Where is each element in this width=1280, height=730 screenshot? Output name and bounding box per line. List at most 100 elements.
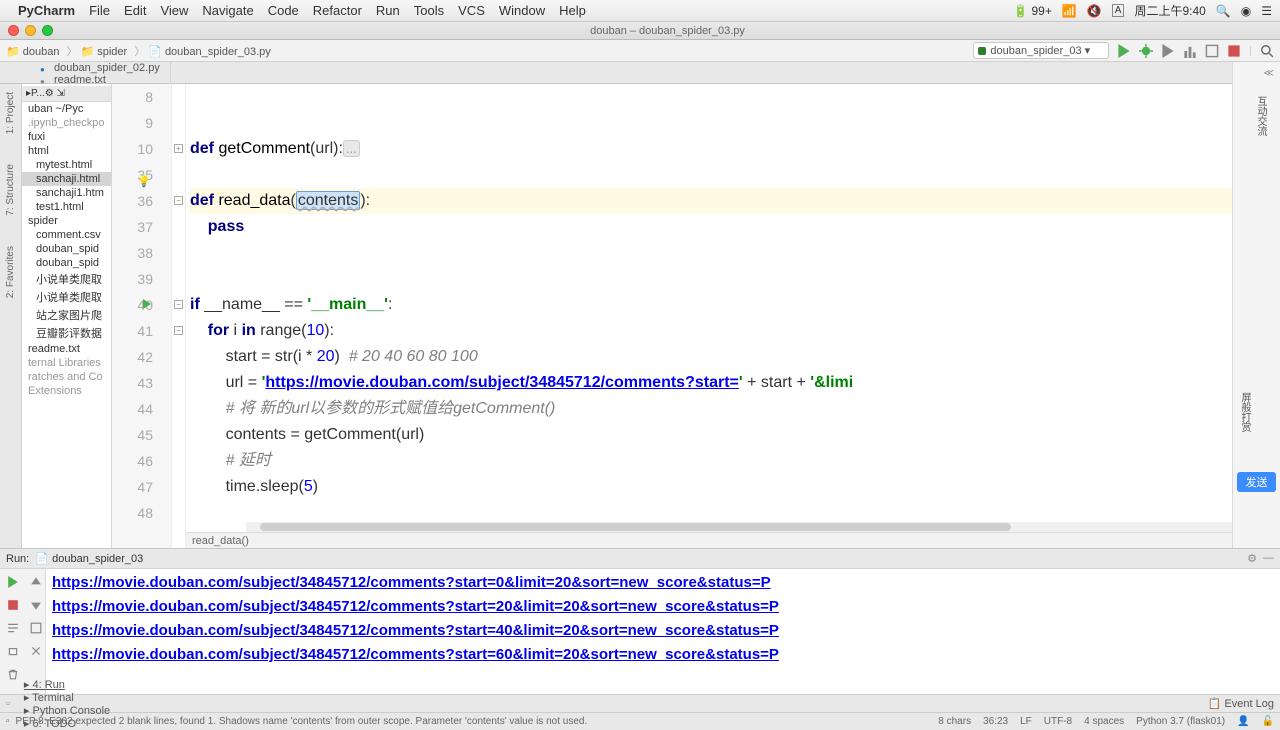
tree-node[interactable]: douban_spid — [22, 242, 111, 256]
tree-node[interactable]: ratches and Co — [22, 370, 111, 384]
minimize-window-icon[interactable] — [25, 25, 36, 36]
code-line[interactable]: for i in range(10): — [190, 318, 1246, 344]
notifications-icon[interactable]: ☰ — [1261, 4, 1272, 18]
side-panel-tab-2[interactable]: 屏般打赏 — [1237, 392, 1252, 432]
tree-node[interactable]: uban ~/Pyc — [22, 102, 111, 116]
external-side-panel[interactable]: ≪ 互动交流 屏般打赏 发送 — [1232, 62, 1280, 548]
tree-node[interactable]: .ipynb_checkpo — [22, 116, 111, 130]
breadcrumb-item[interactable]: 📄 douban_spider_03.py — [148, 46, 271, 58]
code-line[interactable]: if __name__ == '__main__': — [190, 292, 1246, 318]
soft-wrap-button[interactable] — [2, 617, 24, 639]
tree-node[interactable]: ternal Libraries — [22, 356, 111, 370]
menu-window[interactable]: Window — [499, 3, 545, 18]
status-item[interactable]: LF — [1020, 716, 1032, 727]
coverage-button[interactable] — [1161, 44, 1175, 58]
fold-toggle[interactable]: − — [174, 300, 183, 309]
stop-button[interactable] — [1227, 44, 1241, 58]
tree-node[interactable]: 豆瓣影评数据 — [22, 324, 111, 342]
code-line[interactable]: time.sleep(5) — [190, 474, 1246, 500]
project-tree-header[interactable]: ▸ P... ⚙ ⇲ — [22, 86, 111, 102]
code-line[interactable] — [190, 110, 1246, 136]
attach-button[interactable] — [1205, 44, 1219, 58]
console-link[interactable]: https://movie.douban.com/subject/3484571… — [52, 646, 779, 663]
event-log-button[interactable]: 📋 Event Log — [1208, 697, 1274, 710]
status-item[interactable]: 4 spaces — [1084, 716, 1124, 727]
left-tool-strip[interactable]: 1: Project 7: Structure 2: Favorites — [0, 84, 22, 548]
editor-tab[interactable]: douban_spider_02.py — [30, 62, 171, 74]
tree-node[interactable]: readme.txt — [22, 342, 111, 356]
project-tool-button[interactable]: 1: Project — [5, 92, 16, 134]
tree-node[interactable]: mytest.html — [22, 158, 111, 172]
lock-icon[interactable]: 🔓 — [1262, 716, 1274, 727]
maximize-window-icon[interactable] — [42, 25, 53, 36]
code-line[interactable]: pass — [190, 214, 1246, 240]
bottom-tab[interactable]: ▸ Python Console — [24, 704, 110, 717]
fold-strip[interactable]: + − − − — [172, 84, 186, 548]
scroll-to-end-button[interactable] — [25, 617, 47, 639]
code-line[interactable]: # 将 新的url以参数的形式赋值给getComment() — [190, 396, 1246, 422]
tree-node[interactable]: 站之家图片爬 — [22, 306, 111, 324]
send-button[interactable]: 发送 — [1237, 472, 1276, 492]
fold-toggle[interactable]: + — [174, 144, 183, 153]
menu-view[interactable]: View — [160, 3, 188, 18]
menu-refactor[interactable]: Refactor — [313, 3, 362, 18]
tree-node[interactable]: Extensions — [22, 384, 111, 398]
close-window-icon[interactable] — [8, 25, 19, 36]
code-line[interactable] — [190, 162, 1246, 188]
fold-toggle[interactable]: − — [174, 326, 183, 335]
inspector-icon[interactable]: 👤 — [1237, 716, 1249, 727]
run-gutter-icon[interactable] — [143, 299, 151, 309]
console-link[interactable]: https://movie.douban.com/subject/3484571… — [52, 598, 779, 615]
tree-node[interactable]: test1.html — [22, 200, 111, 214]
tree-node[interactable]: fuxi — [22, 130, 111, 144]
siri-icon[interactable]: ◉ — [1241, 4, 1251, 18]
structure-tool-button[interactable]: 7: Structure — [5, 164, 16, 216]
side-panel-tab-1[interactable]: 互动交流 — [1249, 88, 1268, 136]
status-item[interactable]: 36:23 — [983, 716, 1008, 727]
breadcrumb-item[interactable]: 📁 spider — [80, 46, 127, 58]
rerun-button[interactable] — [2, 571, 24, 593]
print-button[interactable] — [2, 640, 24, 662]
run-up-button[interactable] — [25, 571, 47, 593]
code-line[interactable] — [190, 266, 1246, 292]
traffic-lights[interactable] — [8, 25, 53, 36]
menu-edit[interactable]: Edit — [124, 3, 146, 18]
tree-node[interactable]: sanchaji1.htm — [22, 186, 111, 200]
spotlight-icon[interactable]: 🔍 — [1216, 4, 1231, 18]
run-settings-icon[interactable]: ⚙ — [1247, 552, 1257, 565]
bottom-collapse-icon[interactable]: ▫ — [6, 698, 10, 710]
ime-badge[interactable]: A — [1112, 4, 1125, 17]
status-item[interactable]: Python 3.7 (flask01) — [1136, 716, 1225, 727]
tree-node[interactable]: spider — [22, 214, 111, 228]
favorites-tool-button[interactable]: 2: Favorites — [5, 246, 16, 298]
fold-toggle[interactable]: − — [174, 196, 183, 205]
code-line[interactable]: def read_data(contents): — [190, 188, 1246, 214]
run-button[interactable] — [1117, 44, 1131, 58]
search-everywhere-button[interactable] — [1260, 44, 1274, 58]
status-icon[interactable]: ▫ — [6, 716, 10, 727]
run-minimize-icon[interactable]: — — [1263, 552, 1274, 565]
tree-node[interactable]: html — [22, 144, 111, 158]
code-line[interactable] — [190, 84, 1246, 110]
code-line[interactable]: def getComment(url):... — [190, 136, 1246, 162]
menu-help[interactable]: Help — [559, 3, 586, 18]
tree-node[interactable]: comment.csv — [22, 228, 111, 242]
code-area[interactable]: def getComment(url):... def read_data(co… — [186, 84, 1246, 548]
breadcrumb-item[interactable]: 📁 douban — [6, 46, 59, 58]
horizontal-scrollbar[interactable] — [246, 522, 1234, 532]
debug-button[interactable] — [1139, 44, 1153, 58]
tree-node[interactable]: sanchaji.html — [22, 172, 111, 186]
console-link[interactable]: https://movie.douban.com/subject/3484571… — [52, 622, 779, 639]
bottom-tab[interactable]: ▸ Terminal — [24, 691, 110, 704]
editor-gutter[interactable]: 891035💡36373839404142434445464748 — [112, 84, 172, 548]
menu-tools[interactable]: Tools — [414, 3, 444, 18]
menu-file[interactable]: File — [89, 3, 110, 18]
status-item[interactable]: UTF-8 — [1044, 716, 1072, 727]
stop-run-button[interactable] — [2, 594, 24, 616]
console-link[interactable]: https://movie.douban.com/subject/3484571… — [52, 574, 771, 591]
tree-node[interactable]: 小说单类爬取 — [22, 270, 111, 288]
profile-button[interactable] — [1183, 44, 1197, 58]
bottom-tab[interactable]: ▸ 4: Run — [24, 678, 110, 691]
status-item[interactable]: 8 chars — [938, 716, 971, 727]
code-line[interactable]: contents = getComment(url) — [190, 422, 1246, 448]
